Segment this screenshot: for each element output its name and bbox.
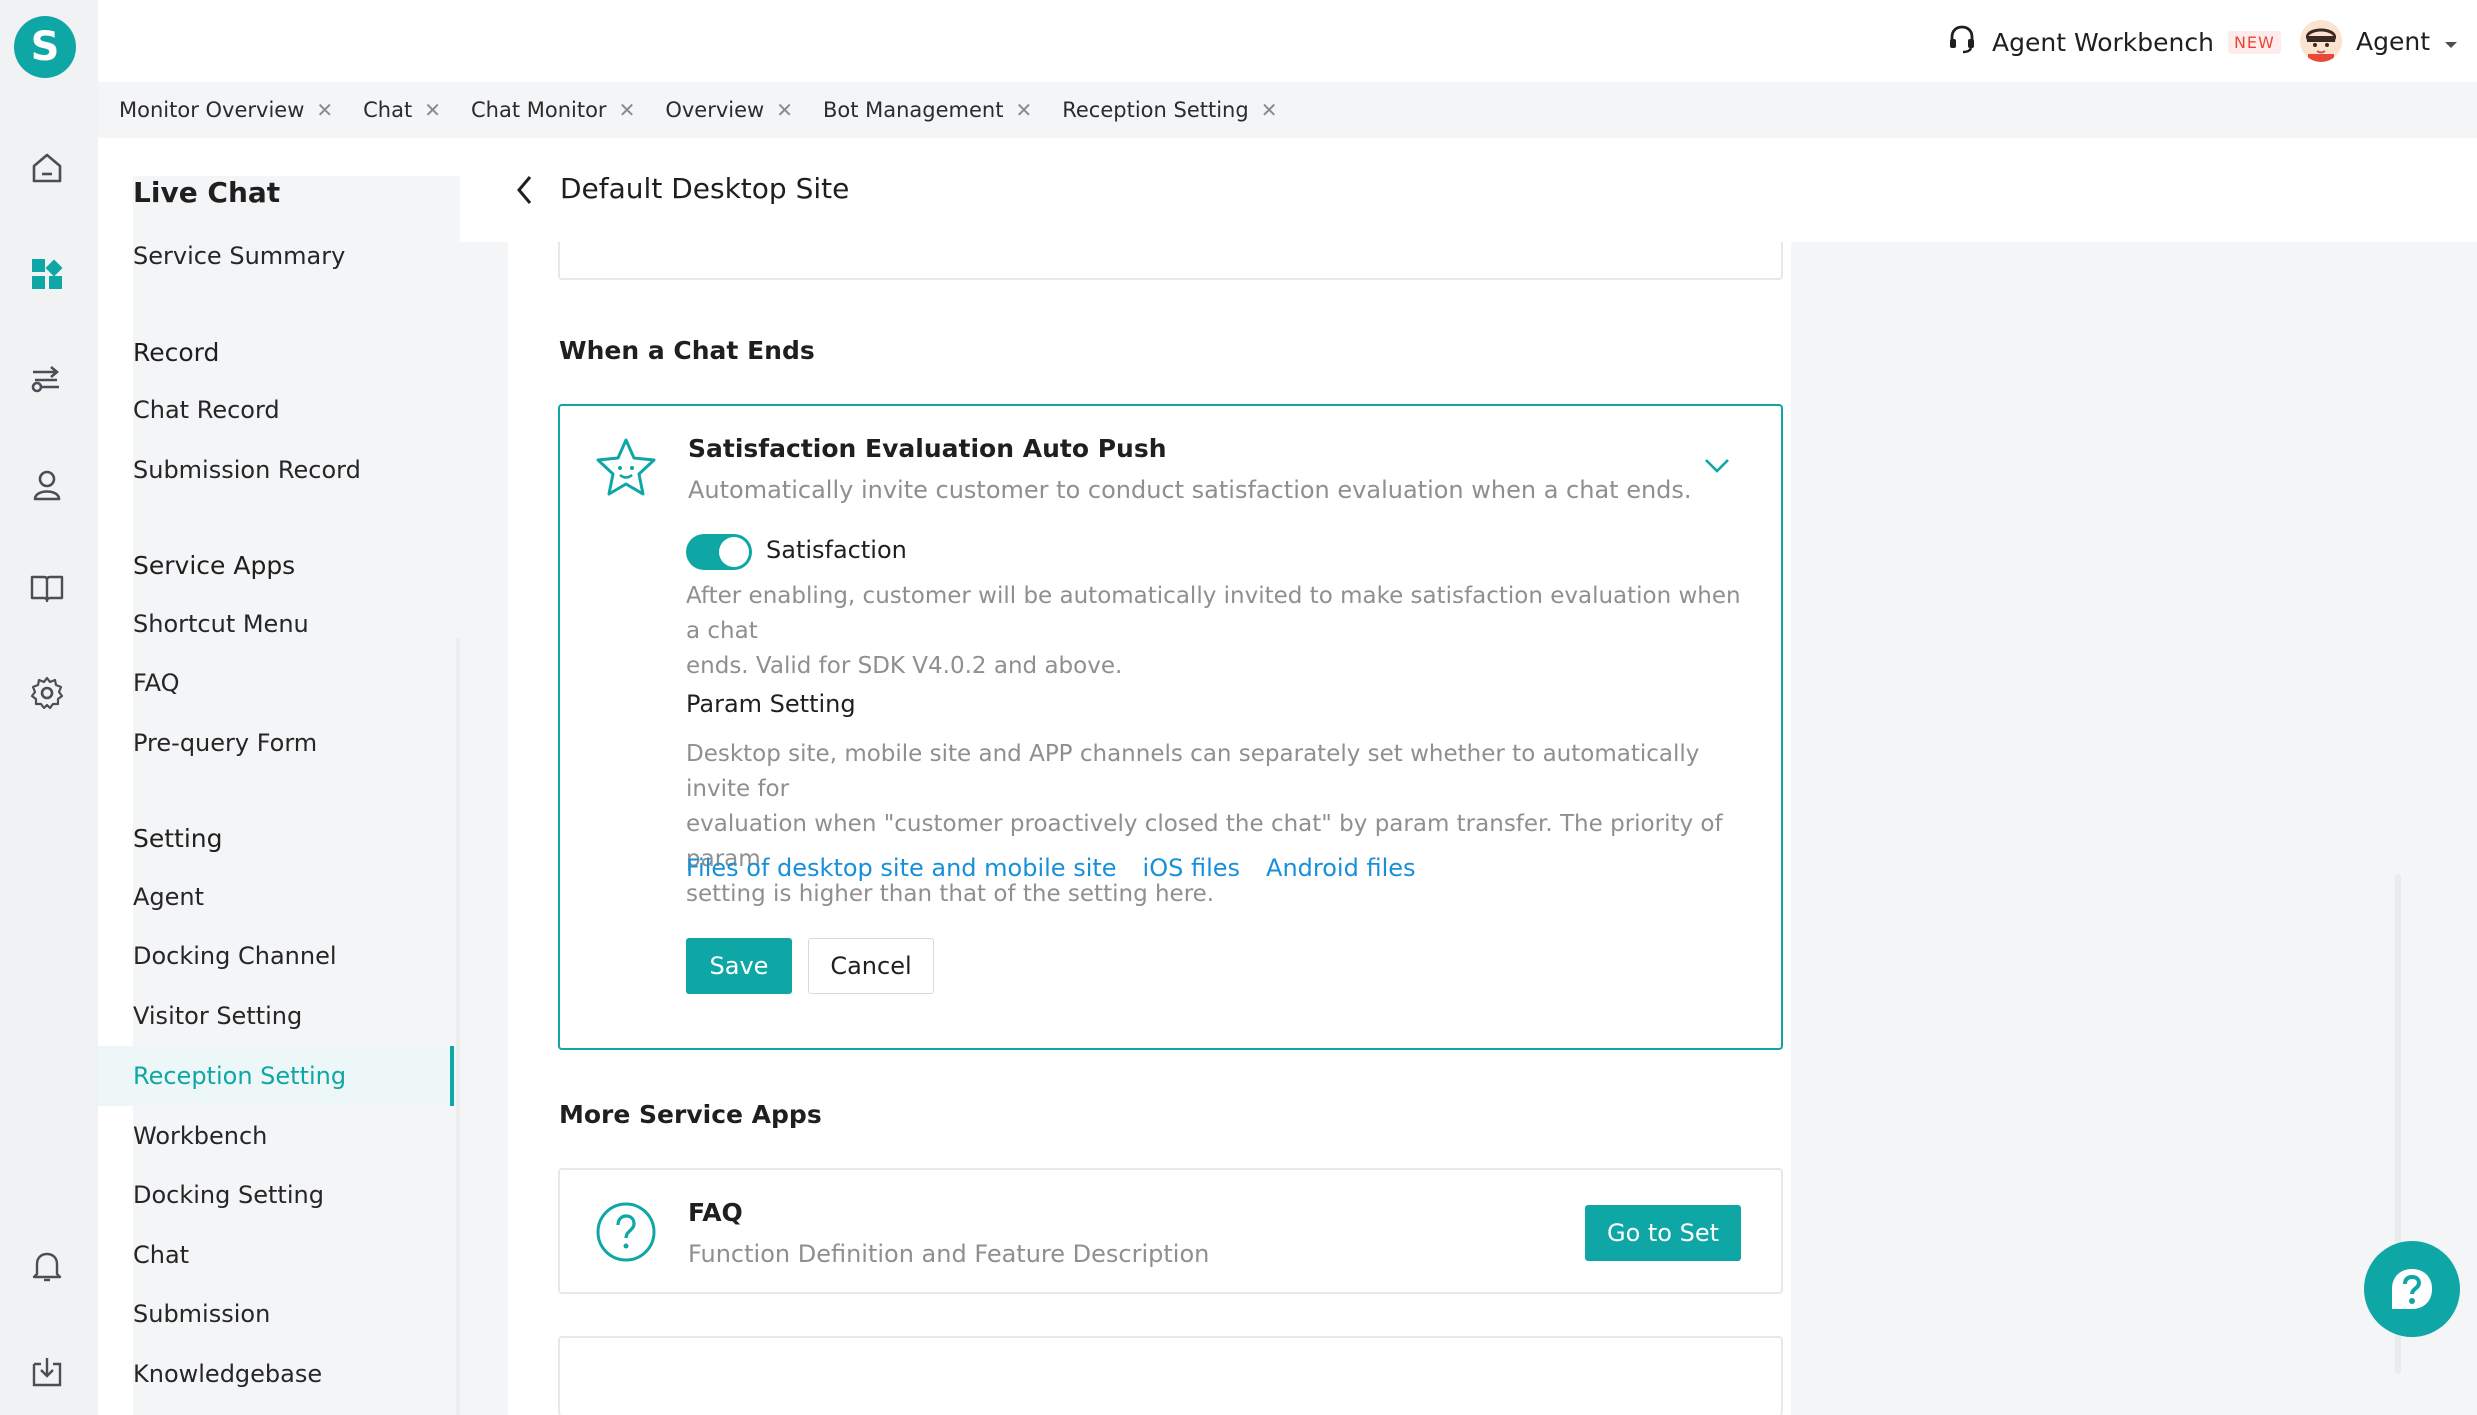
toggle-description-line: ends. Valid for SDK V4.0.2 and above. <box>686 653 1123 679</box>
sidebar-group-service-apps: Service Apps <box>133 551 296 580</box>
previous-card <box>558 242 1783 280</box>
toggle-description-line: After enabling, customer will be automat… <box>686 583 1741 644</box>
param-setting-title: Param Setting <box>686 690 856 718</box>
tabs-bar: Monitor Overview ✕ Chat ✕ Chat Monitor ✕… <box>98 82 2477 138</box>
save-button[interactable]: Save <box>686 938 792 994</box>
tab-label: Chat <box>363 98 413 122</box>
tab-label: Chat Monitor <box>470 98 607 122</box>
agent-menu[interactable]: Agent <box>2300 18 2458 64</box>
apps-icon[interactable] <box>27 254 67 294</box>
settings-content: When a Chat Ends Satisfaction Evaluation… <box>508 242 1791 1415</box>
satisfaction-card: Satisfaction Evaluation Auto Push Automa… <box>558 404 1783 1050</box>
sidebar-item-reception-setting[interactable]: Reception Setting <box>98 1046 460 1106</box>
sidebar-item-faq[interactable]: FAQ <box>98 653 460 713</box>
faq-card: FAQ Function Definition and Feature Desc… <box>558 1168 1783 1294</box>
go-to-set-button[interactable]: Go to Set <box>1585 1205 1741 1261</box>
tab-label: Bot Management <box>822 98 1004 122</box>
settings-icon[interactable] <box>27 673 67 713</box>
help-button[interactable] <box>2364 1241 2460 1337</box>
tab-chat-monitor[interactable]: Chat Monitor ✕ <box>471 98 635 122</box>
icon-rail: S <box>0 0 98 1415</box>
question-circle-icon <box>594 1200 658 1264</box>
close-icon[interactable]: ✕ <box>1261 98 1278 122</box>
agent-workbench-link[interactable]: Agent Workbench NEW <box>1946 22 2281 62</box>
section-title-chat-ends: When a Chat Ends <box>559 336 815 365</box>
star-smile-icon <box>594 436 658 500</box>
sidebar-item-docking-setting[interactable]: Docking Setting <box>98 1165 460 1225</box>
card-title: Satisfaction Evaluation Auto Push <box>688 434 1167 463</box>
sidebar-item-shortcut-menu[interactable]: Shortcut Menu <box>98 594 460 654</box>
tab-chat[interactable]: Chat ✕ <box>363 98 441 122</box>
sidebar-item-knowledgebase[interactable]: Knowledgebase <box>98 1344 460 1404</box>
caret-down-icon <box>2444 27 2458 56</box>
sidebar-group-record: Record <box>133 338 220 367</box>
tab-overview[interactable]: Overview ✕ <box>665 98 793 122</box>
agent-label: Agent <box>2356 26 2430 56</box>
tab-monitor-overview[interactable]: Monitor Overview ✕ <box>119 98 333 122</box>
sidebar-item-chat-record[interactable]: Chat Record <box>98 380 460 440</box>
close-icon[interactable]: ✕ <box>776 98 793 122</box>
close-icon[interactable]: ✕ <box>1015 98 1032 122</box>
app-logo[interactable]: S <box>14 16 76 78</box>
tab-reception-setting[interactable]: Reception Setting ✕ <box>1062 98 1277 122</box>
sidebar-item-submission-record[interactable]: Submission Record <box>98 440 460 500</box>
sidebar: Live Chat Service Summary Record Chat Re… <box>98 138 2150 1415</box>
tab-bot-management[interactable]: Bot Management ✕ <box>823 98 1032 122</box>
tab-label: Reception Setting <box>1062 98 1249 122</box>
toggle-label: Satisfaction <box>766 536 907 564</box>
book-icon[interactable] <box>27 568 67 608</box>
help-chat-icon <box>2392 1269 2432 1309</box>
top-bar: Agent Workbench NEW Agent <box>98 0 2477 82</box>
param-description: Desktop site, mobile site and APP channe… <box>686 737 1746 912</box>
sidebar-item-agent[interactable]: Agent <box>98 867 460 927</box>
close-icon[interactable]: ✕ <box>316 98 333 122</box>
routing-icon[interactable] <box>27 360 67 400</box>
page-title: Default Desktop Site <box>560 172 850 205</box>
doc-links: Files of desktop site and mobile site iO… <box>686 854 1416 882</box>
sidebar-item-visitor-setting[interactable]: Visitor Setting <box>98 986 460 1046</box>
sidebar-item-docking-channel[interactable]: Docking Channel <box>98 926 460 986</box>
home-icon[interactable] <box>27 148 67 188</box>
bell-icon[interactable] <box>27 1246 67 1286</box>
close-icon[interactable]: ✕ <box>619 98 636 122</box>
next-card <box>558 1336 1783 1415</box>
main-area: Default Desktop Site When a Chat Ends Sa… <box>460 138 2477 1415</box>
sidebar-item-pre-query-form[interactable]: Pre-query Form <box>98 713 460 773</box>
card-description: Automatically invite customer to conduct… <box>688 476 1692 504</box>
chevron-down-icon[interactable] <box>1703 456 1731 476</box>
param-description-line: Desktop site, mobile site and APP channe… <box>686 741 1700 802</box>
tab-label: Overview <box>665 98 765 122</box>
param-description-line: setting is higher than that of the setti… <box>686 881 1215 907</box>
back-arrow-icon[interactable] <box>510 172 540 208</box>
user-group-icon[interactable] <box>27 465 67 505</box>
cancel-button[interactable]: Cancel <box>808 938 934 994</box>
tab-label: Monitor Overview <box>119 98 305 122</box>
sidebar-item-chat[interactable]: Chat <box>98 1225 460 1285</box>
sidebar-item-service-summary[interactable]: Service Summary <box>98 226 460 286</box>
toggle-description: After enabling, customer will be automat… <box>686 579 1746 684</box>
satisfaction-toggle[interactable] <box>686 534 752 570</box>
close-icon[interactable]: ✕ <box>424 98 441 122</box>
card-description: Function Definition and Feature Descript… <box>688 1240 1210 1268</box>
download-icon[interactable] <box>27 1352 67 1392</box>
headset-icon <box>1946 23 1978 61</box>
logo-letter: S <box>30 24 60 70</box>
sidebar-group-setting: Setting <box>133 824 223 853</box>
workbench-label: Agent Workbench <box>1992 27 2214 57</box>
ios-files-link[interactable]: iOS files <box>1143 854 1240 882</box>
new-badge: NEW <box>2227 30 2281 54</box>
avatar <box>2300 20 2342 62</box>
page-header: Default Desktop Site <box>460 138 2477 242</box>
android-files-link[interactable]: Android files <box>1266 854 1415 882</box>
desktop-mobile-files-link[interactable]: Files of desktop site and mobile site <box>686 854 1117 882</box>
section-title-more-apps: More Service Apps <box>559 1100 822 1129</box>
sidebar-item-submission[interactable]: Submission <box>98 1284 460 1344</box>
sidebar-item-workbench[interactable]: Workbench <box>98 1106 460 1166</box>
card-title: FAQ <box>688 1198 743 1227</box>
